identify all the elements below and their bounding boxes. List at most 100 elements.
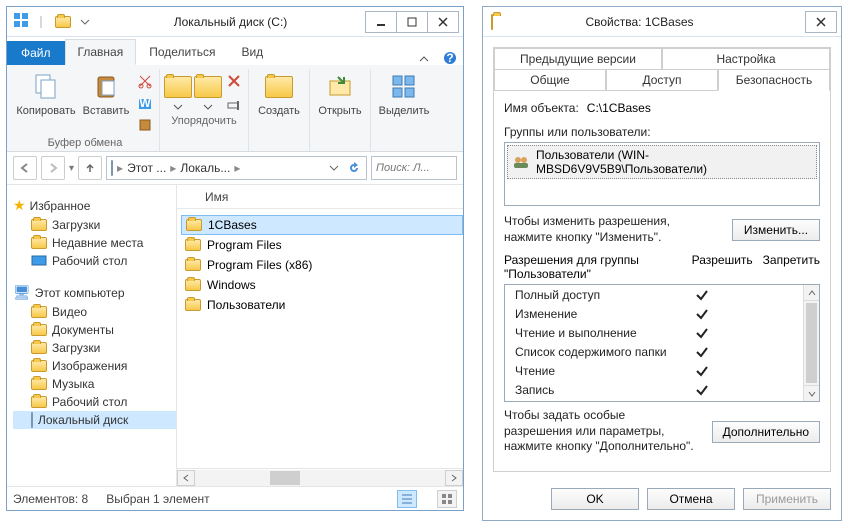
scroll-up-icon[interactable] (804, 285, 819, 301)
status-count: Элементов: 8 (13, 492, 88, 506)
file-row[interactable]: Program Files (181, 235, 463, 255)
tab-share[interactable]: Поделиться (136, 39, 228, 65)
folder-icon (31, 237, 47, 249)
scroll-down-icon[interactable] (804, 385, 819, 401)
app-icon (13, 12, 29, 32)
edit-button[interactable]: Изменить... (732, 219, 820, 241)
qat-dropdown-icon[interactable] (75, 12, 95, 32)
rename-button[interactable] (224, 93, 244, 113)
props-close-button[interactable] (805, 11, 837, 33)
nav-item-documents[interactable]: Документы (13, 321, 176, 339)
open-icon (324, 71, 356, 103)
paste-icon (90, 71, 122, 103)
paste-button[interactable]: Вставить (79, 69, 133, 119)
star-icon: ★ (13, 197, 26, 214)
nav-up-button[interactable] (78, 156, 102, 180)
nav-back-button[interactable] (13, 156, 37, 180)
groups-listbox[interactable]: Пользователи (WIN-MBSD6V9V5B9\Пользовате… (504, 142, 820, 206)
qat-folder-icon[interactable] (53, 12, 73, 32)
delete-button[interactable] (224, 71, 244, 91)
close-button[interactable] (427, 11, 459, 33)
cut-button[interactable] (135, 71, 155, 91)
nav-item-pictures[interactable]: Изображения (13, 357, 176, 375)
nav-item-localdisk[interactable]: Локальный диск (13, 411, 176, 429)
tab-customize[interactable]: Настройка (662, 48, 830, 70)
deny-col-header: Запретить (763, 253, 820, 281)
scroll-thumb[interactable] (806, 303, 817, 383)
search-box[interactable] (371, 156, 457, 180)
object-name-label: Имя объекта: (504, 101, 579, 115)
address-box[interactable]: ▸ Этот ... ▸ Локаль... ▸ (106, 156, 367, 180)
file-name: 1CBases (208, 218, 257, 232)
props-titlebar[interactable]: Свойства: 1CBases (483, 7, 841, 37)
drive-icon (31, 413, 33, 427)
nav-item-downloads2[interactable]: Загрузки (13, 339, 176, 357)
ribbon-tabs: Файл Главная Поделиться Вид ? (7, 37, 463, 65)
nav-thispc[interactable]: 🖥Этот компьютер (13, 282, 176, 303)
nav-history-icon[interactable]: ▾ (69, 163, 74, 174)
tab-previous-versions[interactable]: Предыдущие версии (494, 48, 662, 70)
copy-path-button[interactable]: W (135, 93, 155, 113)
permission-name: Полный доступ (515, 288, 695, 302)
view-large-button[interactable] (437, 490, 457, 508)
tab-file[interactable]: Файл (7, 41, 65, 65)
ribbon-expand-icon[interactable] (411, 53, 437, 65)
file-list[interactable]: 1CBases Program FilesProgram Files (x86) W… (177, 209, 463, 468)
copy-button[interactable]: Копировать (15, 69, 77, 119)
file-row[interactable]: Windows (181, 275, 463, 295)
ok-button[interactable]: OK (551, 488, 639, 510)
ribbon-body: Копировать Вставить W Буфер обмена (7, 65, 463, 152)
folder-icon (31, 342, 47, 354)
file-row[interactable]: 1CBases (181, 215, 463, 235)
column-header-name[interactable]: Имя (177, 185, 463, 209)
refresh-icon[interactable] (346, 162, 362, 174)
permissions-listbox[interactable]: Полный доступИзменениеЧтение и выполнени… (504, 284, 820, 402)
nav-item-recent[interactable]: Недавние места (13, 234, 176, 252)
search-input[interactable] (376, 162, 452, 174)
nav-item-downloads[interactable]: Загрузки (13, 216, 176, 234)
hscrollbar[interactable] (177, 468, 463, 486)
permission-row: Список содержимого папки (505, 342, 803, 361)
view-details-button[interactable] (397, 490, 417, 508)
scroll-thumb[interactable] (270, 471, 300, 485)
address-dropdown-icon[interactable] (326, 163, 342, 173)
qat-divider-icon (31, 12, 51, 32)
new-folder-button[interactable]: Создать (253, 69, 305, 119)
minimize-button[interactable] (365, 11, 397, 33)
object-name-value: C:\1CBases (587, 101, 651, 115)
nav-item-music[interactable]: Музыка (13, 375, 176, 393)
copy-to-button[interactable] (194, 69, 222, 113)
paste-shortcut-button[interactable] (135, 115, 155, 135)
tab-general[interactable]: Общие (494, 69, 606, 91)
advanced-button[interactable]: Дополнительно (712, 421, 820, 443)
file-name: Windows (207, 278, 256, 292)
tab-sharing[interactable]: Доступ (606, 69, 718, 91)
tab-home[interactable]: Главная (65, 39, 137, 65)
help-icon[interactable]: ? (437, 51, 463, 65)
explorer-titlebar[interactable]: Локальный диск (C:) (7, 7, 463, 37)
maximize-button[interactable] (396, 11, 428, 33)
scroll-left-icon[interactable] (177, 470, 195, 486)
tab-security[interactable]: Безопасность (718, 69, 830, 91)
nav-item-desktop2[interactable]: Рабочий стол (13, 393, 176, 411)
scroll-right-icon[interactable] (445, 470, 463, 486)
nav-item-videos[interactable]: Видео (13, 303, 176, 321)
nav-item-desktop[interactable]: Рабочий стол (13, 252, 176, 270)
apply-button[interactable]: Применить (743, 488, 831, 510)
move-to-button[interactable] (164, 69, 192, 113)
nav-favorites[interactable]: ★Избранное (13, 195, 176, 216)
file-row[interactable]: Program Files (x86) (181, 255, 463, 275)
file-row[interactable]: Пользователи (181, 295, 463, 315)
tab-view[interactable]: Вид (228, 39, 276, 65)
vscrollbar[interactable] (803, 285, 819, 401)
select-button[interactable]: Выделить (375, 69, 433, 119)
folder-icon (186, 219, 202, 231)
open-button[interactable]: Открыть (314, 69, 366, 119)
new-folder-icon (263, 71, 295, 103)
group-list-item[interactable]: Пользователи (WIN-MBSD6V9V5B9\Пользовате… (507, 145, 817, 179)
advanced-hint: Чтобы задать особые разрешения или парам… (504, 408, 694, 455)
cancel-button[interactable]: Отмена (647, 488, 735, 510)
folder-icon (31, 378, 47, 390)
allow-cell (695, 288, 749, 302)
nav-forward-button[interactable] (41, 156, 65, 180)
